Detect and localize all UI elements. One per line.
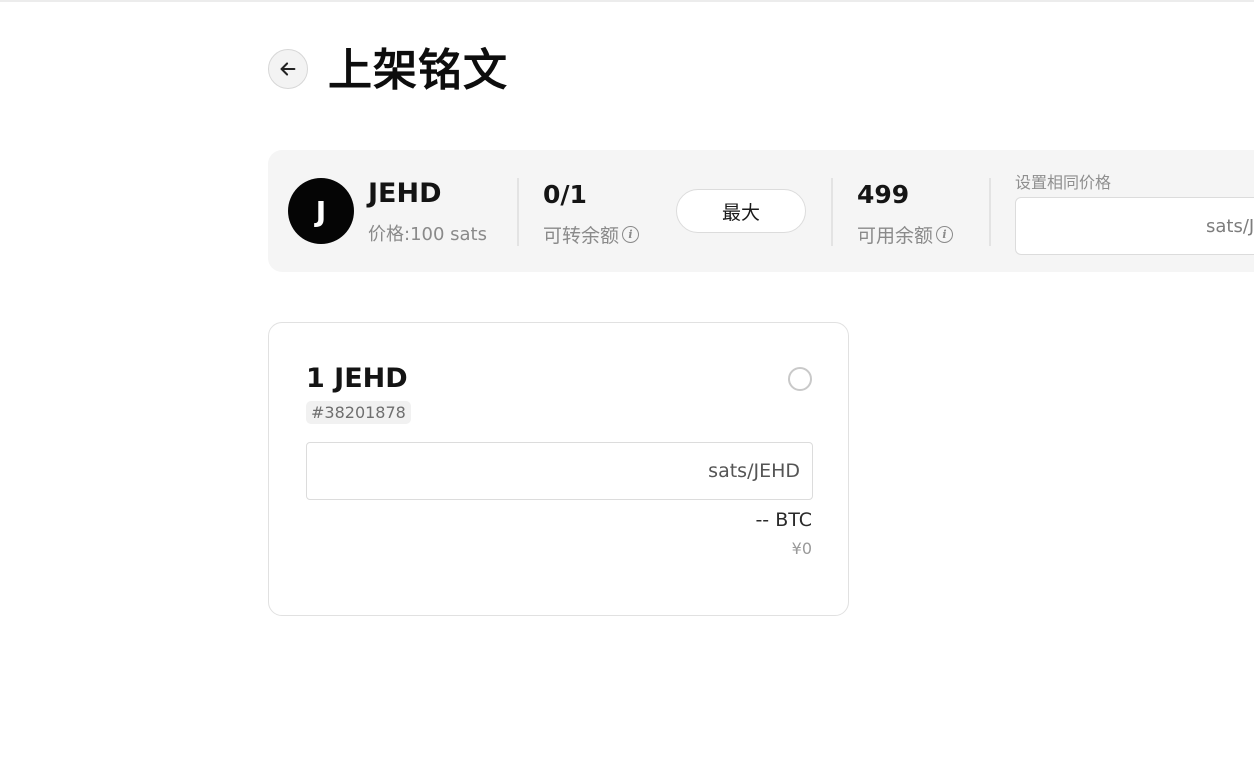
max-button[interactable]: 最大 — [676, 189, 806, 233]
transferable-balance-label-text: 可转余额 — [543, 225, 620, 247]
available-balance-label: 可用余额 i — [857, 221, 954, 248]
divider — [517, 178, 519, 246]
inscription-card[interactable]: 1 JEHD #38201878 sats/JEHD -- BTC ¥0 — [268, 322, 849, 616]
same-price-label: 设置相同价格 — [1015, 173, 1112, 192]
same-price-unit: sats/JEHD — [1206, 216, 1254, 237]
same-price-input[interactable] — [1016, 198, 1216, 254]
available-balance-label-text: 可用余额 — [857, 225, 934, 247]
back-button[interactable] — [268, 49, 308, 89]
top-divider — [0, 0, 1254, 2]
arrow-left-icon — [280, 62, 296, 76]
token-name: JEHD — [368, 178, 442, 209]
info-icon[interactable]: i — [622, 226, 640, 243]
token-summary-bar: J JEHD 价格:100 sats 0/1 可转余额 i 最大 499 可用余… — [268, 150, 1254, 272]
transferable-balance-label: 可转余额 i — [543, 221, 640, 248]
inscription-amount: 1 JEHD — [306, 363, 408, 394]
price-field[interactable]: sats/JEHD — [306, 442, 813, 500]
list-inscription-page: 上架铭文 J JEHD 价格:100 sats 0/1 可转余额 i 最大 49… — [0, 0, 1254, 784]
select-radio[interactable] — [788, 367, 812, 391]
token-avatar: J — [288, 178, 354, 244]
price-unit: sats/JEHD — [708, 460, 800, 482]
same-price-field[interactable]: sats/JEHD — [1015, 197, 1254, 255]
inscription-number-badge: #38201878 — [306, 401, 411, 424]
info-icon[interactable]: i — [936, 226, 954, 243]
price-input[interactable] — [307, 443, 711, 499]
page-title: 上架铭文 — [328, 45, 508, 96]
divider — [831, 178, 833, 246]
divider — [989, 178, 991, 246]
cny-total: ¥0 — [791, 539, 812, 558]
transferable-balance-value: 0/1 — [543, 180, 587, 209]
btc-total: -- BTC — [755, 509, 812, 531]
token-price: 价格:100 sats — [368, 224, 487, 245]
available-balance-value: 499 — [857, 180, 910, 209]
